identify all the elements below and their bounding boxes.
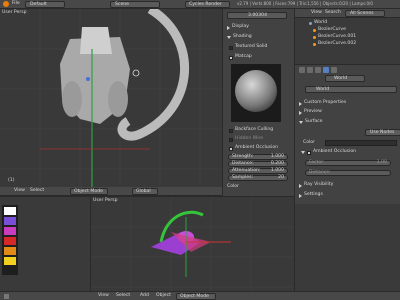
outliner-item-world[interactable]: World (299, 20, 399, 27)
attenuation-slider[interactable]: Attenuation: 1.000 (228, 168, 288, 174)
outliner-panel: View Search All Scenes World BezierCurve… (294, 9, 400, 64)
expand-arrow-icon (301, 151, 305, 154)
world-selector[interactable]: World (305, 86, 397, 93)
frame-label: (1) (8, 178, 15, 183)
world-datablock[interactable]: World (325, 75, 365, 82)
scene-selector[interactable]: Scene (110, 1, 160, 8)
outliner-view-tab[interactable]: View (311, 10, 322, 16)
palette-swatch-purple[interactable] (4, 217, 16, 225)
surface-section[interactable]: Surface (295, 118, 400, 127)
collapse-arrow-icon (299, 110, 302, 115)
outliner-search-tab[interactable]: Search (325, 10, 341, 16)
distance-slider[interactable]: Distance: 0.200 (228, 161, 288, 167)
shading-section[interactable]: Shading (223, 33, 293, 42)
palette-swatch-magenta[interactable] (4, 227, 16, 235)
textured-solid-option[interactable]: Textured Solid (225, 43, 293, 52)
outliner-header: View Search All Scenes (295, 9, 400, 18)
viewport-grid-and-model (0, 9, 222, 187)
ambient-occlusion-toggle[interactable] (307, 150, 311, 155)
backface-culling-option[interactable]: Backface Culling (225, 126, 293, 135)
collapse-arrow-icon (299, 193, 302, 198)
strength-slider[interactable]: Strength: 1.000 (228, 154, 288, 160)
lens-field[interactable]: 3.00304 (227, 12, 287, 19)
palette-swatch-yellow[interactable] (4, 257, 16, 265)
palette-swatch-white[interactable] (4, 207, 16, 215)
world-color-label: Color (303, 140, 315, 145)
blender-logo-icon[interactable] (3, 1, 9, 7)
matcap-option[interactable]: Matcap (225, 53, 293, 62)
collapse-arrow-icon (299, 101, 302, 106)
bottom-mode-selector[interactable]: Object Mode (176, 293, 216, 300)
textured-solid-checkbox[interactable] (229, 45, 233, 50)
backface-culling-checkbox[interactable] (229, 128, 233, 133)
properties-tabs (299, 67, 397, 73)
use-nodes-button[interactable]: Use Nodes (365, 129, 400, 136)
custom-properties-section[interactable]: Custom Properties (295, 99, 400, 108)
bottom-view-menu[interactable]: View (98, 293, 109, 299)
top-info-bar: File Default Scene Cycles Render v2.79 |… (0, 0, 400, 9)
render-tab-icon[interactable] (299, 67, 305, 73)
preview-section[interactable]: Preview (295, 108, 400, 117)
ambient-occlusion-panel[interactable]: Ambient Occlusion (297, 148, 400, 157)
layout-selector[interactable]: Default (25, 1, 65, 8)
hidden-wire-checkbox[interactable] (229, 137, 233, 142)
world-color-swatch[interactable] (325, 140, 397, 146)
collapse-arrow-icon (299, 183, 302, 188)
matcap-preview[interactable] (231, 64, 281, 122)
properties-footer (294, 204, 400, 291)
color-label: Color (227, 184, 239, 189)
properties-editor: World World Custom Properties Preview Su… (294, 64, 400, 204)
bottom-viewport-grid-and-model (91, 197, 295, 292)
expand-arrow-icon (227, 36, 231, 39)
color-palette (2, 205, 18, 275)
scene-tab-icon[interactable] (315, 67, 321, 73)
info-menu[interactable]: File (12, 1, 20, 7)
bottom-3d-viewport[interactable]: User Persp (90, 196, 295, 292)
ambient-occlusion-option[interactable]: Ambient Occlusion (225, 144, 293, 153)
bottom-viewport-header: View Select Add Object Object Mode (0, 291, 400, 300)
outliner-item-curve-001[interactable]: BezierCurve.001 (299, 34, 399, 41)
outliner-item-curve-002[interactable]: BezierCurve.002 (299, 41, 399, 48)
ao-factor-slider[interactable]: Factor: 1.00 (305, 160, 391, 166)
matcap-checkbox[interactable] (229, 55, 233, 60)
object-tab-icon[interactable] (331, 67, 337, 73)
tentacle-shape (117, 9, 189, 141)
curve-icon (313, 29, 316, 32)
select-menu[interactable]: Select (30, 188, 44, 194)
pivot-selector[interactable]: Global (132, 188, 158, 195)
world-icon (309, 22, 312, 25)
mode-selector[interactable]: Object Mode (70, 188, 108, 195)
display-section[interactable]: Display (223, 23, 293, 32)
ray-visibility-section[interactable]: Ray Visibility (295, 181, 400, 190)
palette-swatch-red[interactable] (4, 237, 16, 245)
viewport-properties-panel: 3.00304 Display Shading Textured Solid M… (222, 9, 294, 196)
outliner-item-curve[interactable]: BezierCurve (299, 27, 399, 34)
top-3d-viewport[interactable]: User Persp (1) (0, 9, 222, 187)
top-viewport-header: View Select Object Mode Global (0, 187, 222, 196)
view-menu[interactable]: View (14, 188, 25, 194)
palette-swatch-orange[interactable] (4, 247, 16, 255)
character-head (80, 27, 112, 54)
bottom-object-menu[interactable]: Object (156, 293, 171, 299)
expand-arrow-icon (299, 121, 303, 124)
ambient-occlusion-checkbox[interactable] (229, 146, 233, 151)
ao-distance-slider[interactable]: Distance: (305, 170, 391, 176)
outliner-list: World BezierCurve BezierCurve.001 Bezier… (299, 20, 399, 48)
palette-area (0, 196, 90, 291)
curve-icon (313, 43, 316, 46)
scene-stats: v2.79 | Verts:800 | Faces:799 | Tris:1,5… (237, 1, 373, 6)
bottom-add-menu[interactable]: Add (140, 293, 149, 299)
settings-section[interactable]: Settings (295, 191, 400, 200)
collapse-arrow-icon (227, 25, 230, 30)
render-engine-select[interactable]: Cycles Render (185, 1, 230, 8)
editor-type-icon[interactable] (4, 294, 9, 299)
curve-icon (313, 36, 316, 39)
layers-tab-icon[interactable] (307, 67, 313, 73)
bottom-select-menu[interactable]: Select (116, 293, 130, 299)
world-tab-icon[interactable] (323, 67, 329, 73)
samples-slider[interactable]: Samples: 20 (228, 175, 288, 181)
hidden-wire-option[interactable]: Hidden Wire (225, 135, 293, 144)
outliner-display-mode[interactable]: All Scenes (345, 10, 385, 17)
